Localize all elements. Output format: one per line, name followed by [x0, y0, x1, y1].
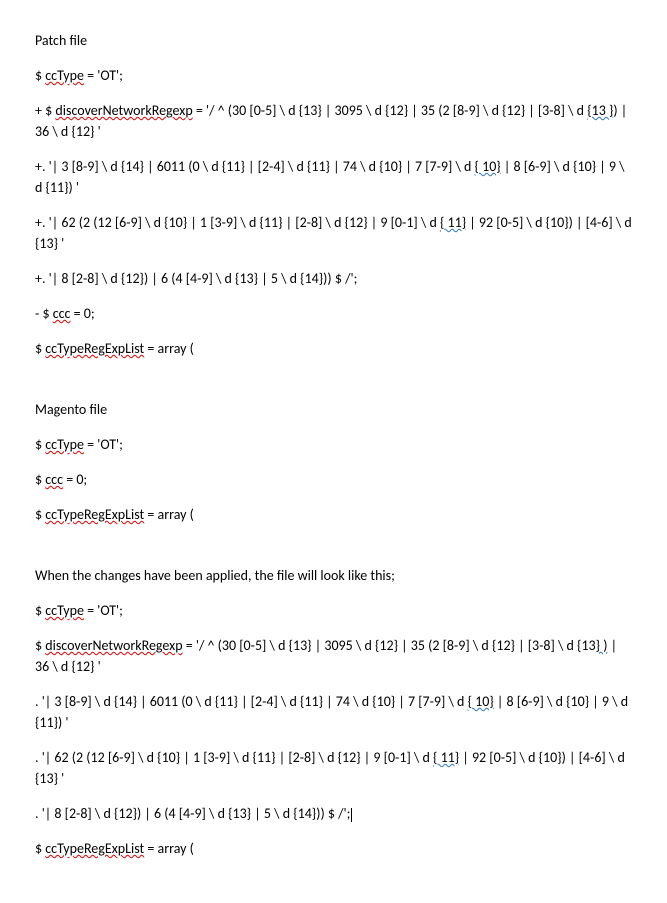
code-line: $ ccTypeRegExpList = array (: [35, 504, 632, 525]
code-line: $ ccType = 'OT';: [35, 434, 632, 455]
code-line: + $ discoverNetworkRegexp = '/ ^ (30 [0-…: [35, 100, 632, 142]
code-line: . '| 62 (2 (12 [6-9] \ d {10} | 1 [3-9] …: [35, 747, 632, 789]
code-line: - $ ccc = 0;: [35, 303, 632, 324]
code-line: $ ccc = 0;: [35, 469, 632, 490]
code-line: $ ccTypeRegExpList = array (: [35, 838, 632, 859]
section2-title: Magento file: [35, 399, 632, 420]
code-line: $ discoverNetworkRegexp = '/ ^ (30 [0-5]…: [35, 635, 632, 677]
code-line: +. '| 62 (2 (12 [6-9] \ d {10} | 1 [3-9]…: [35, 212, 632, 254]
code-line: $ ccType = 'OT';: [35, 600, 632, 621]
section3-title: When the changes have been applied, the …: [35, 565, 632, 586]
code-line: . '| 3 [8-9] \ d {14} | 6011 (0 \ d {11}…: [35, 691, 632, 733]
code-line: $ ccTypeRegExpList = array (: [35, 338, 632, 359]
code-line: +. '| 8 [2-8] \ d {12}) | 6 (4 [4-9] \ d…: [35, 268, 632, 289]
code-line: $ ccType = 'OT';: [35, 65, 632, 86]
code-line: . '| 8 [2-8] \ d {12}) | 6 (4 [4-9] \ d …: [35, 803, 632, 824]
section1-title: Patch file: [35, 30, 632, 51]
code-line: +. '| 3 [8-9] \ d {14} | 6011 (0 \ d {11…: [35, 156, 632, 198]
